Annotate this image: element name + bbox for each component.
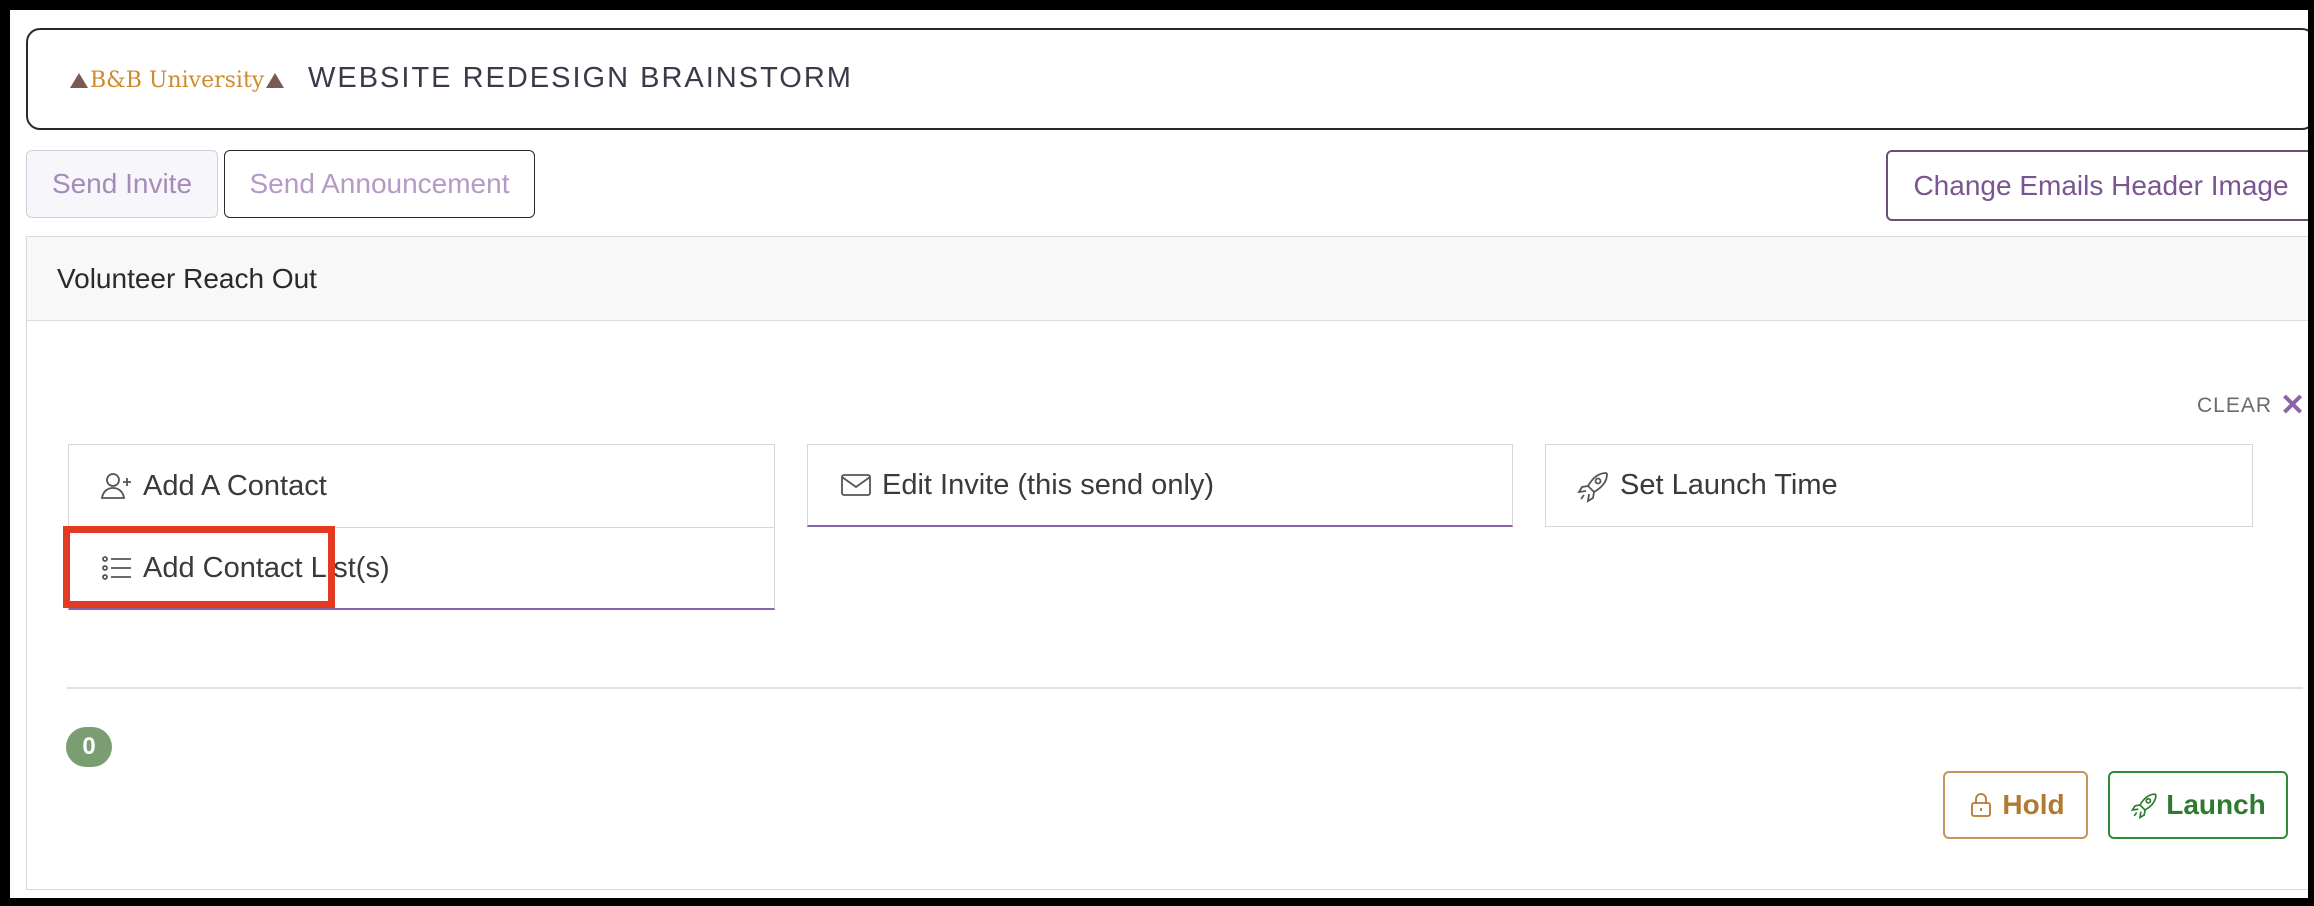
change-header-image-button[interactable]: Change Emails Header Image: [1886, 150, 2308, 221]
rocket-icon: [2130, 790, 2160, 820]
add-contact-option[interactable]: Add A Contact: [68, 444, 775, 527]
rocket-icon: [1576, 468, 1612, 504]
launch-button[interactable]: Launch: [2108, 771, 2288, 839]
card-header: Volunteer Reach Out: [27, 237, 2308, 321]
logo-text: B&B University: [90, 68, 265, 93]
university-logo: B&B University: [68, 68, 286, 93]
recipient-count-badge: 0: [66, 727, 112, 767]
send-card: Volunteer Reach Out CLEAR ✕ Add A Contac…: [26, 236, 2308, 890]
envelope-icon: [838, 467, 874, 503]
project-title: WEBSITE REDESIGN BRAINSTORM: [308, 62, 853, 94]
add-contact-lists-option[interactable]: Add Contact List(s): [68, 527, 775, 610]
list-icon: [99, 550, 135, 586]
card-title: Volunteer Reach Out: [57, 263, 317, 294]
triangle-icon: [266, 73, 285, 88]
divider: [67, 687, 2303, 689]
set-launch-time-label: Set Launch Time: [1620, 469, 1838, 501]
send-announcement-button[interactable]: Send Announcement: [224, 150, 535, 218]
close-icon: ✕: [2280, 389, 2307, 422]
set-launch-time-option[interactable]: Set Launch Time: [1545, 444, 2253, 527]
hold-button[interactable]: Hold: [1943, 771, 2088, 839]
launch-label: Launch: [2166, 789, 2266, 820]
edit-invite-option[interactable]: Edit Invite (this send only): [807, 444, 1513, 527]
add-user-icon: [99, 468, 135, 504]
triangle-icon: [70, 73, 88, 88]
clear-button[interactable]: CLEAR ✕: [2197, 388, 2306, 423]
add-contact-lists-label: Add Contact List(s): [143, 551, 390, 584]
hold-label: Hold: [2002, 789, 2065, 820]
add-contact-label: Add A Contact: [143, 469, 327, 502]
clear-label: CLEAR: [2197, 393, 2273, 417]
send-invite-button[interactable]: Send Invite: [26, 150, 218, 218]
page: B&B University WEBSITE REDESIGN BRAINSTO…: [10, 10, 2308, 898]
header-bar: B&B University WEBSITE REDESIGN BRAINSTO…: [26, 28, 2308, 130]
edit-invite-label: Edit Invite (this send only): [882, 468, 1215, 501]
lock-icon: [1966, 790, 1996, 820]
